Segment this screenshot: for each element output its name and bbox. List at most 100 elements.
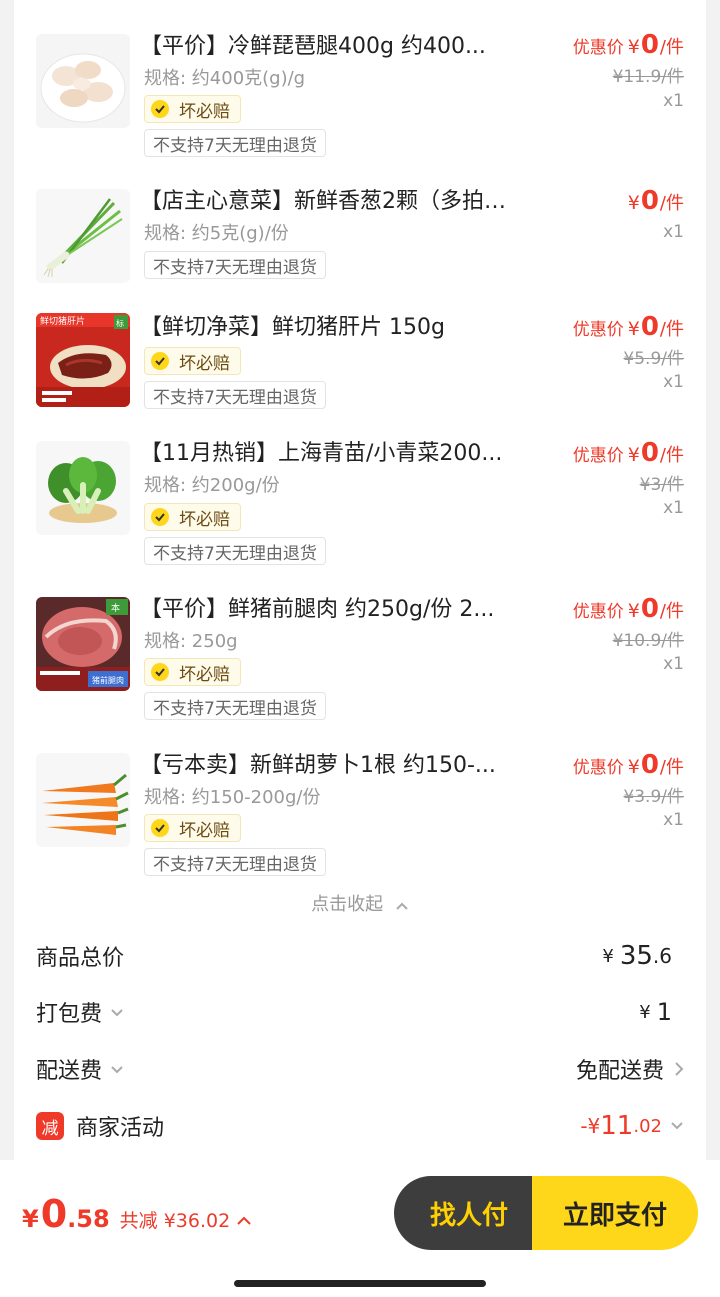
delivery-fee-label[interactable]: 配送费 <box>36 1053 124 1085</box>
product-title[interactable]: 【11月热销】上海青苗/小青菜200... <box>140 439 524 469</box>
merchant-promo-row[interactable]: 减 商家活动 -¥ 11 .02 <box>36 1110 684 1142</box>
currency: ¥ <box>602 945 614 967</box>
collapse-toggle[interactable]: 点击收起 <box>14 890 706 916</box>
original-price: ¥3.9/件 <box>623 787 684 807</box>
product-title[interactable]: 【鲜切净菜】鲜切猪肝片 150g <box>140 313 524 343</box>
price-unit: /件 <box>659 319 684 340</box>
delivery-fee-value[interactable]: 免配送费 <box>576 1053 684 1085</box>
chevron-right-icon <box>674 1061 684 1077</box>
check-icon <box>151 819 169 837</box>
merchant-promo-value[interactable]: -¥ 11 .02 <box>580 1111 684 1141</box>
payable-total[interactable]: ¥ 0 .58 共减 ¥36.02 <box>22 1192 252 1236</box>
original-price: ¥10.9/件 <box>612 631 684 651</box>
delivery-fee-text-value: 免配送费 <box>575 1059 664 1084</box>
product-image-pork-liver[interactable]: 鲜切猪肝片 标 <box>36 313 130 407</box>
product-image-bok-choy[interactable] <box>36 441 130 535</box>
packing-fee-row[interactable]: 打包费 ¥ 1 <box>36 996 684 1028</box>
product-spec: 规格: 约200g/份 <box>144 475 280 496</box>
saved-label: 共减 <box>119 1210 158 1232</box>
return-policy-tag: 不支持7天无理由退货 <box>144 381 326 409</box>
check-icon <box>151 352 169 370</box>
price-currency: ¥ <box>627 318 640 340</box>
delivery-fee-text: 配送费 <box>36 1059 103 1084</box>
checkout-bar: ¥ 0 .58 共减 ¥36.02 找人付 立即支付 <box>0 1160 720 1297</box>
delivery-fee-row[interactable]: 配送费 免配送费 <box>36 1053 684 1085</box>
price-currency: ¥ <box>627 756 640 778</box>
quantity: x1 <box>663 810 684 830</box>
thumb-text: 本 <box>111 602 120 614</box>
thumb-text: 标 <box>116 318 124 328</box>
guarantee-badge: 坏必赔 <box>144 658 241 686</box>
promo-amount-dec: .02 <box>633 1115 662 1137</box>
price-unit: /件 <box>659 757 684 778</box>
product-title[interactable]: 【亏本卖】新鲜胡萝卜1根 约150-... <box>140 751 524 781</box>
price-currency: ¥ <box>627 192 640 214</box>
price-unit: /件 <box>659 601 684 622</box>
return-policy-tag: 不支持7天无理由退货 <box>144 692 326 720</box>
original-price: ¥11.9/件 <box>612 67 684 87</box>
product-spec: 规格: 约150-200g/份 <box>144 787 321 808</box>
pay-by-other-button[interactable]: 找人付 <box>394 1176 544 1250</box>
merchant-promo-label: 减 商家活动 <box>36 1110 164 1142</box>
price-value: 0 <box>640 594 659 624</box>
product-image-scallion[interactable] <box>36 189 130 283</box>
packing-fee-label[interactable]: 打包费 <box>36 996 124 1028</box>
total-int: 0 <box>40 1192 68 1236</box>
product-spec: 规格: 约5克(g)/份 <box>144 223 289 244</box>
price-label: 优惠价 <box>572 602 624 622</box>
packing-fee-text: 打包费 <box>36 1002 103 1027</box>
guarantee-badge: 坏必赔 <box>144 503 241 531</box>
product-spec: 规格: 约400克(g)/g <box>144 68 306 89</box>
price-label: 优惠价 <box>572 758 624 778</box>
chevron-up-icon <box>236 1215 252 1227</box>
product-title[interactable]: 【平价】冷鲜琵琶腿400g 约400... <box>140 32 524 62</box>
quantity: x1 <box>663 372 684 392</box>
amount-dec: .6 <box>652 944 672 968</box>
return-policy-tag: 不支持7天无理由退货 <box>144 129 326 157</box>
product-title[interactable]: 【店主心意菜】新鲜香葱2颗（多拍不... <box>140 187 524 217</box>
price-currency: ¥ <box>627 600 640 622</box>
chevron-down-icon <box>110 1003 124 1022</box>
price-value: 0 <box>640 186 659 216</box>
return-policy-tag: 不支持7天无理由退货 <box>144 537 326 565</box>
check-icon <box>151 100 169 118</box>
quantity: x1 <box>663 654 684 674</box>
quantity: x1 <box>663 91 684 111</box>
price-unit: /件 <box>659 445 684 466</box>
currency: ¥ <box>22 1205 39 1233</box>
price-currency: ¥ <box>627 444 640 466</box>
product-spec: 规格: 250g <box>144 631 238 652</box>
price: 优惠价 ¥ 0 /件 <box>573 312 684 342</box>
check-icon <box>151 508 169 526</box>
price: 优惠价 ¥ 0 /件 <box>573 30 684 60</box>
home-indicator[interactable] <box>234 1280 486 1287</box>
badge-label: 坏必赔 <box>179 353 230 374</box>
original-price: ¥3/件 <box>639 475 684 495</box>
price-unit: /件 <box>659 193 684 214</box>
check-icon <box>151 663 169 681</box>
return-policy-tag: 不支持7天无理由退货 <box>144 251 326 279</box>
product-title[interactable]: 【平价】鲜猪前腿肉 约250g/份 2... <box>140 595 524 625</box>
price-label: 优惠价 <box>572 320 624 340</box>
price: 优惠价 ¥ 0 /件 <box>573 750 684 780</box>
promo-text: 商家活动 <box>76 1116 165 1141</box>
chevron-up-icon <box>395 895 409 916</box>
return-policy-tag: 不支持7天无理由退货 <box>144 848 326 876</box>
price-value: 0 <box>640 312 659 342</box>
promo-amount-int: 11 <box>600 1111 634 1141</box>
price: 优惠价 ¥ 0 /件 <box>573 594 684 624</box>
price: 优惠价 ¥ 0 /件 <box>573 438 684 468</box>
price-currency: ¥ <box>627 36 640 58</box>
badge-label: 坏必赔 <box>179 509 230 530</box>
badge-label: 坏必赔 <box>179 664 230 685</box>
pay-now-button[interactable]: 立即支付 <box>532 1176 698 1250</box>
product-image-carrot[interactable] <box>36 753 130 847</box>
promo-icon: 减 <box>36 1112 64 1140</box>
product-image-drumsticks[interactable] <box>36 34 130 128</box>
price-unit: /件 <box>659 37 684 58</box>
price-label: 优惠价 <box>572 38 624 58</box>
product-image-pork-leg[interactable]: 本 猪前腿肉 <box>36 597 130 691</box>
saved-value: ¥36.02 <box>163 1210 231 1232</box>
price-value: 0 <box>640 438 659 468</box>
quantity: x1 <box>663 222 684 242</box>
